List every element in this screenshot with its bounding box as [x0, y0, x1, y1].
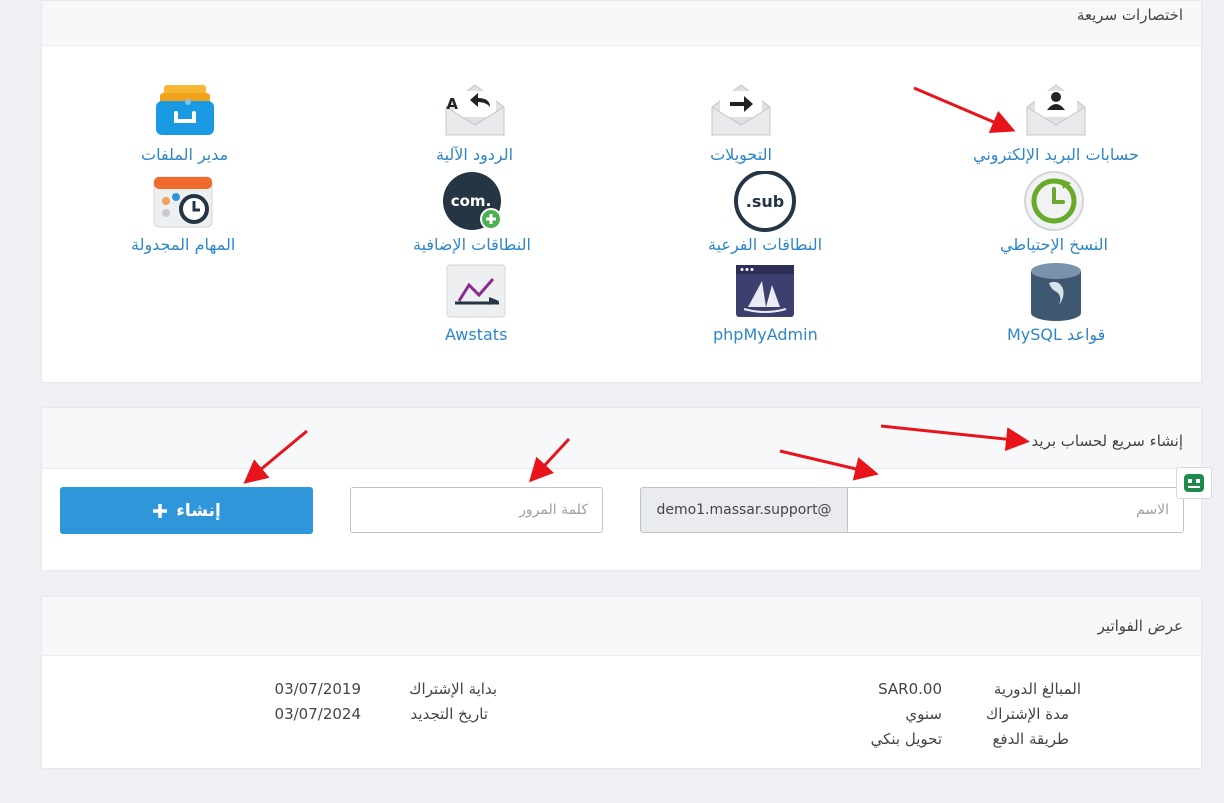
shortcut-label: حسابات البريد الإلكتروني — [973, 145, 1139, 164]
invoice-label: المبالغ الدورية — [993, 680, 1081, 698]
addon-domain-icon: .com — [442, 172, 502, 230]
shortcut-label: النطاقات الفرعية — [708, 235, 823, 254]
shortcut-backup[interactable]: النسخ الإحتياطي — [1000, 171, 1108, 254]
shortcut-label: الردود الآلية — [436, 145, 514, 164]
shortcut-label: النسخ الإحتياطي — [1000, 235, 1108, 254]
invoice-value: تحويل بنكي — [870, 730, 942, 748]
shortcut-addon-domains[interactable]: .com النطاقات الإضافية — [413, 171, 531, 254]
shortcut-label: المهام المجدولة — [131, 235, 236, 254]
shortcut-forwarders[interactable]: التحويلات — [710, 81, 772, 164]
email-domain-addon: demo1.massar.support@ — [640, 487, 848, 533]
create-button-label: إنشاء — [176, 500, 221, 521]
shortcut-label: phpMyAdmin — [713, 325, 818, 344]
shortcut-mysql[interactable]: قواعد MySQL — [1007, 261, 1105, 344]
mysql-database-icon — [1031, 263, 1082, 321]
password-input[interactable] — [350, 487, 603, 533]
shortcut-autoresponders[interactable]: A الردود الآلية — [436, 81, 513, 164]
shortcut-label: مدير الملفات — [141, 145, 229, 164]
shortcut-awstats[interactable]: Awstats — [445, 261, 507, 344]
invoices-title: عرض الفواتير — [42, 597, 1201, 656]
shortcut-email-accounts[interactable]: حسابات البريد الإلكتروني — [973, 81, 1139, 164]
invoice-label: بداية الإشتراك — [409, 680, 497, 698]
invoice-value: SAR0.00 — [878, 680, 942, 698]
create-email-button[interactable]: إنشاء — [60, 487, 313, 534]
invoice-value: سنوي — [905, 705, 942, 723]
envelope-user-icon — [1026, 84, 1086, 136]
robot-face-icon — [1184, 474, 1204, 492]
shortcut-subdomains[interactable]: sub. النطاقات الفرعية — [708, 171, 822, 254]
plus-icon — [153, 503, 168, 518]
quick-email-panel: إنشاء سريع لحساب بريد demo1.massar.suppo… — [41, 407, 1202, 571]
shortcut-cron-jobs[interactable]: المهام المجدولة — [131, 171, 235, 254]
invoice-label: مدة الإشتراك — [985, 705, 1069, 723]
phpmyadmin-icon — [736, 265, 795, 317]
invoice-value: 03/07/2019 — [274, 680, 361, 698]
quick-shortcuts-title: اختصارات سريعة — [42, 1, 1201, 46]
invoice-label: تاريخ التجديد — [410, 705, 488, 723]
subdomain-icon: sub. — [734, 171, 797, 232]
quick-email-title: إنشاء سريع لحساب بريد — [42, 408, 1201, 469]
calendar-clock-icon — [153, 176, 213, 228]
envelope-forward-icon — [711, 84, 771, 136]
backup-clock-icon — [1023, 171, 1084, 231]
quick-shortcuts-panel: اختصارات سريعة حسابات البريد الإلكتروني … — [41, 0, 1202, 383]
shortcut-label: Awstats — [445, 325, 508, 344]
side-chat-widget[interactable] — [1176, 467, 1212, 499]
svg-text:sub.: sub. — [746, 192, 784, 211]
invoice-label: طريقة الدفع — [992, 730, 1069, 748]
invoices-panel: عرض الفواتير المبالغ الدورية SAR0.00 مدة… — [41, 596, 1202, 769]
svg-text:A: A — [446, 95, 458, 113]
shortcut-label: التحويلات — [710, 145, 772, 164]
envelope-reply-icon: A — [445, 84, 505, 136]
svg-text:.com: .com — [451, 192, 492, 210]
email-name-input[interactable] — [847, 487, 1184, 533]
shortcut-label: النطاقات الإضافية — [413, 235, 531, 254]
stats-chart-icon — [446, 264, 506, 318]
shortcut-label: قواعد MySQL — [1007, 325, 1106, 344]
shortcut-file-manager[interactable]: مدير الملفات — [141, 81, 228, 164]
invoice-value: 03/07/2024 — [274, 705, 361, 723]
file-drawer-icon — [155, 85, 214, 135]
shortcut-phpmyadmin[interactable]: phpMyAdmin — [713, 261, 818, 344]
